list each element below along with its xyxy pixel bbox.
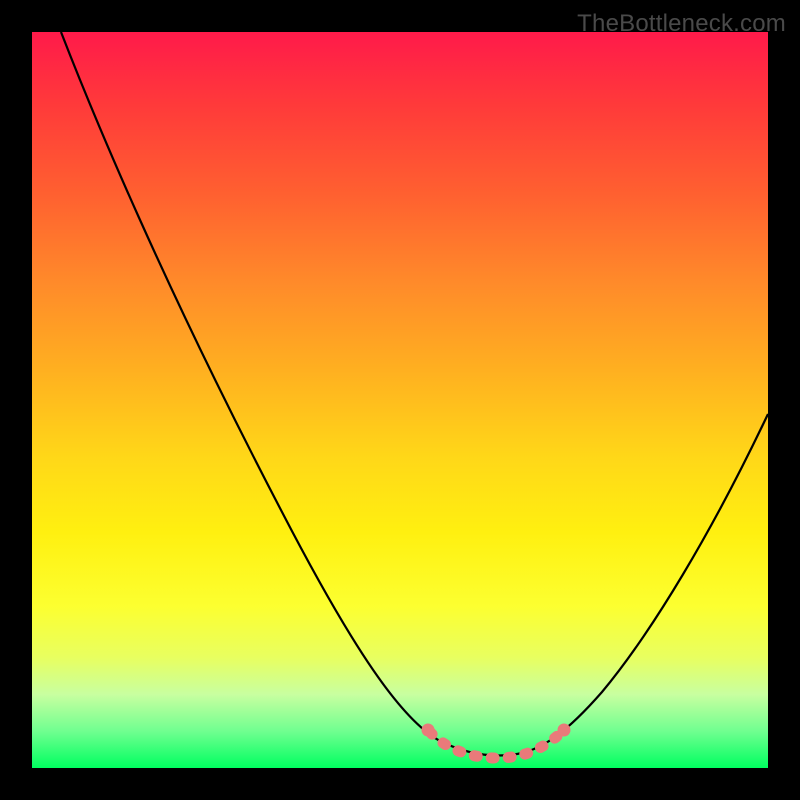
bottleneck-curve-line (61, 32, 768, 756)
optimal-zone-highlight (430, 732, 562, 758)
chart-container: TheBottleneck.com (0, 0, 800, 800)
bottleneck-curve-svg (32, 32, 768, 768)
highlight-end-right (558, 724, 571, 737)
plot-area (32, 32, 768, 768)
highlight-end-left (422, 724, 435, 737)
watermark-text: TheBottleneck.com (577, 10, 786, 38)
